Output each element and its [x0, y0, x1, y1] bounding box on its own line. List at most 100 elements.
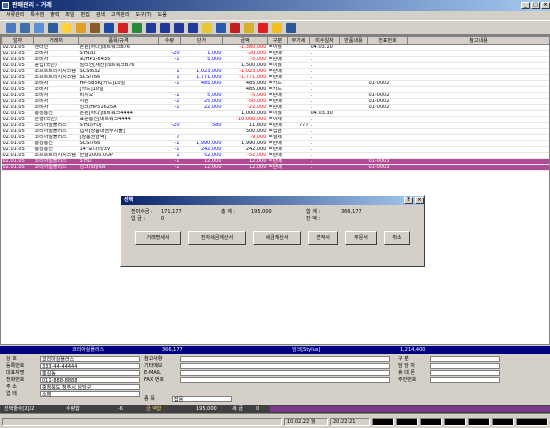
detail-mid-field[interactable]: [180, 370, 390, 376]
document-icon[interactable]: [216, 23, 226, 33]
menu-item-7[interactable]: 도구(T): [135, 11, 151, 20]
detail-right-field[interactable]: [430, 370, 500, 376]
balance-label: 잔 액 :: [306, 216, 321, 222]
user-icon[interactable]: [202, 23, 212, 33]
arrow-up-icon[interactable]: [146, 23, 156, 33]
arrow-down-icon[interactable]: [174, 23, 184, 33]
sort-icon[interactable]: [104, 23, 114, 33]
column-header-4[interactable]: 단가: [180, 36, 223, 45]
menu-item-3[interactable]: 파일: [65, 11, 74, 20]
quote-button[interactable]: 견적서: [308, 231, 338, 245]
save-icon[interactable]: [34, 23, 44, 33]
column-header-0[interactable]: 일자: [1, 36, 34, 45]
detail-label: 등록번호: [6, 363, 25, 369]
detail-right-label: 주민번호: [398, 377, 417, 383]
totals-bar: 선택줄수[2]/2 수량합 -6 금 액합 195,000 세 금 0: [0, 405, 550, 413]
selection-summary: 코리아실플러스 366,177 잉크[Stylus] 1,214,400: [0, 346, 550, 354]
column-header-5[interactable]: 금액: [222, 36, 268, 45]
progress-area: [270, 406, 550, 412]
column-header-10[interactable]: 전표번호: [367, 36, 408, 45]
table-cell: 12,000: [180, 164, 223, 171]
help-icon[interactable]: [272, 23, 282, 33]
prev-balance-label: 전미수금 :: [131, 209, 153, 215]
print-icon[interactable]: [48, 23, 58, 33]
column-header-3[interactable]: 수량: [158, 36, 181, 45]
detail-field[interactable]: 충청북도 청주시 상당구: [40, 384, 140, 391]
dialog-title-text: 선택: [124, 197, 134, 203]
menu-item-0[interactable]: 서류관리: [6, 11, 24, 20]
grand-total-value: 366,177: [341, 209, 362, 215]
qty-sum-value: -6: [118, 406, 123, 412]
dialog-close-button[interactable]: ×: [415, 197, 424, 204]
dialog-help-button[interactable]: ?: [404, 197, 413, 204]
table-cell: [339, 164, 368, 171]
star-icon[interactable]: [244, 23, 254, 33]
maximize-button[interactable]: □: [531, 2, 540, 9]
table-cell: 소프트트리지시스템: [33, 152, 79, 159]
menu-item-5[interactable]: 검색: [96, 11, 105, 20]
folder-icon[interactable]: [76, 23, 86, 33]
detail-field[interactable]: 소매: [40, 391, 140, 398]
detail-field[interactable]: 333-44-44444: [40, 363, 140, 370]
menu-item-4[interactable]: 편집: [81, 11, 90, 20]
column-header-2[interactable]: 품목/규격: [78, 36, 159, 45]
status-cell-3: [420, 418, 442, 426]
cut-icon[interactable]: [118, 23, 128, 33]
menu-item-2[interactable]: 출력: [50, 11, 59, 20]
status-date: 10.02.22 월: [284, 418, 328, 426]
menu-item-6[interactable]: 고객관리: [111, 11, 129, 20]
order-button[interactable]: 주문서: [345, 231, 377, 245]
e-invoice-button[interactable]: 전자세금계산서: [188, 231, 246, 245]
open-icon[interactable]: [20, 23, 30, 33]
table-cell: -1: [158, 164, 181, 171]
tax-invoice-button[interactable]: 세금계산서: [253, 231, 301, 245]
close-button[interactable]: ×: [541, 2, 550, 9]
prev-balance-value: 171,177: [161, 209, 182, 215]
cancel-button[interactable]: 취소: [384, 231, 410, 245]
menu-item-1[interactable]: 특수점: [30, 11, 44, 20]
arrow-down-alt-icon[interactable]: [188, 23, 198, 33]
detail-mid-field[interactable]: [180, 363, 390, 369]
arrow-up-alt-icon[interactable]: [160, 23, 170, 33]
status-message: [2, 418, 282, 426]
column-header-6[interactable]: 구분: [267, 36, 288, 45]
table-cell: .: [309, 164, 340, 171]
amount-sum-label: 금 액합: [146, 406, 162, 412]
column-header-11[interactable]: 참고내용: [407, 36, 549, 45]
detail-mid-field[interactable]: [180, 377, 390, 383]
kind-value: 잡용: [174, 397, 184, 403]
column-header-9[interactable]: 반품내용: [339, 36, 368, 45]
new-icon[interactable]: [6, 23, 16, 33]
detail-mid-field[interactable]: [180, 356, 390, 362]
cart-icon[interactable]: [90, 23, 100, 33]
detail-field[interactable]: 코리아실플러스: [40, 356, 140, 363]
calculator-icon[interactable]: [230, 23, 240, 33]
print-dialog: 선택 ? × 전미수금 : 171,177 총 계 : 195,000 합 계 …: [120, 195, 425, 267]
detail-right-field[interactable]: [430, 356, 500, 362]
column-header-1[interactable]: 거래처: [33, 36, 79, 45]
detail-right-field[interactable]: [430, 363, 500, 369]
grid-header: 일자 거래처 품목/규격 수량 단가 금액 구분 부가세 미수일자 반품내용 전표번호 참고내용: [1, 36, 549, 45]
detail-label: 주 소: [6, 384, 17, 390]
detail-right-label: 담 당 자: [398, 363, 415, 369]
statement-button[interactable]: 거래명세서: [135, 231, 181, 245]
column-header-7[interactable]: 부가세: [287, 36, 310, 45]
menu-item-8[interactable]: 도움: [158, 11, 167, 20]
status-bar: 10.02.22 월 20:22:21: [0, 413, 550, 428]
refresh-icon[interactable]: [132, 23, 142, 33]
column-header-8[interactable]: 미수일자: [309, 36, 340, 45]
minimize-button[interactable]: _: [521, 2, 530, 9]
detail-field[interactable]: 홍길동: [40, 370, 140, 377]
table-cell: 코리아실플러스: [33, 164, 79, 171]
detail-right-field[interactable]: [430, 377, 500, 383]
table-cell: 01-0003: [367, 164, 408, 171]
detail-label: 대표자명: [6, 370, 25, 376]
calendar-icon[interactable]: [62, 23, 72, 33]
table-row[interactable]: 02.01.05 코리아실플러스 잉크/Stylus -1 12,000 12,000 =판…: [1, 164, 549, 171]
detail-field[interactable]: 011-888-8888: [40, 377, 140, 384]
settings-icon[interactable]: [258, 23, 268, 33]
kind-field[interactable]: 잡용: [172, 396, 232, 403]
tax-value: 0: [256, 406, 260, 412]
dialog-title: 선택 ? ×: [121, 196, 424, 205]
exit-icon[interactable]: [286, 23, 296, 33]
